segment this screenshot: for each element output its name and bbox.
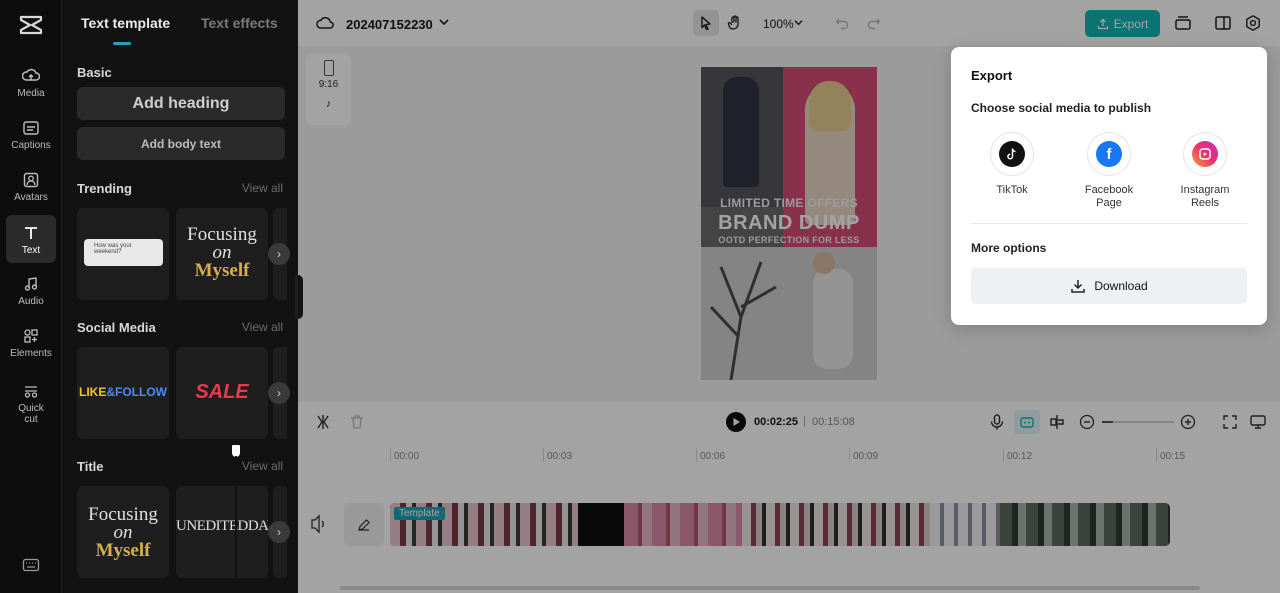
download-button[interactable]: Download <box>971 268 1247 304</box>
download-label: Download <box>1094 279 1148 293</box>
facebook-label: Facebook Page <box>1084 184 1134 209</box>
instagram-reels-label: Instagram Reels <box>1180 184 1230 209</box>
panel-tabs: Text template Text effects <box>62 0 298 46</box>
active-tab-indicator <box>113 42 131 45</box>
section-title-title: Title <box>77 459 104 474</box>
rail-item-audio[interactable]: Audio <box>6 266 56 314</box>
tiktok-icon <box>990 132 1034 176</box>
scroll-right-arrow-icon[interactable]: › <box>268 521 290 543</box>
facebook-icon: f <box>1087 132 1131 176</box>
view-all-title[interactable]: View all <box>242 459 283 473</box>
captions-icon <box>21 118 41 138</box>
card-text-line: UNEDITEDDAY <box>176 518 268 534</box>
card-text-line: SALE <box>195 381 249 403</box>
rail-label: Text <box>21 244 41 256</box>
keyboard-icon[interactable] <box>22 556 40 574</box>
rail-item-media[interactable]: Media <box>6 58 56 106</box>
card-text-line: &FOLLOW <box>106 385 167 399</box>
instagram-reels-icon <box>1183 132 1227 176</box>
view-all-social-media[interactable]: View all <box>242 320 283 334</box>
template-card[interactable]: How was your weekend? <box>77 208 169 300</box>
rail-item-elements[interactable]: Elements <box>6 318 56 366</box>
media-cloud-icon <box>21 66 41 86</box>
card-text-line: Myself <box>95 540 151 561</box>
template-card-preview: Focusing on Myself <box>176 225 268 281</box>
more-options-title: More options <box>971 241 1047 255</box>
template-card-preview: UNEDITEDDAY <box>176 518 268 535</box>
scissors-icon <box>21 381 41 401</box>
playhead-line[interactable] <box>235 456 237 584</box>
popup-divider <box>971 223 1247 224</box>
template-card[interactable]: UNEDITEDDAY <box>176 486 268 578</box>
rail-label: Quick cut <box>18 403 44 425</box>
template-card[interactable]: Focusing on Myself <box>77 486 169 578</box>
scroll-right-arrow-icon[interactable]: › <box>268 382 290 404</box>
rail-label: Avatars <box>14 191 48 203</box>
template-card[interactable]: Focusing on Myself <box>176 208 268 300</box>
text-t-icon <box>21 223 41 243</box>
card-text-line: Myself <box>194 260 250 281</box>
template-card[interactable]: LIKE&FOLLOW <box>77 347 169 439</box>
scroll-right-arrow-icon[interactable]: › <box>268 243 290 265</box>
text-panel: Text template Text effects Basic Add hea… <box>62 0 298 593</box>
rail-label: Audio <box>18 295 44 307</box>
export-popup: Export Choose social media to publish Ti… <box>951 47 1267 325</box>
music-note-icon <box>21 274 41 294</box>
add-body-text-button[interactable]: Add body text <box>77 127 285 160</box>
tiktok-label: TikTok <box>996 184 1028 196</box>
capcut-logo-icon[interactable] <box>18 12 44 38</box>
template-card-preview: How was your weekend? <box>84 239 163 266</box>
template-card-preview: LIKE&FOLLOW <box>77 385 169 399</box>
add-heading-button[interactable]: Add heading <box>77 87 285 120</box>
publish-tiktok-option[interactable]: TikTok <box>967 132 1057 197</box>
template-card[interactable]: SALE <box>176 347 268 439</box>
rail-item-captions[interactable]: Captions <box>6 110 56 158</box>
publish-instagram-reels-option[interactable]: Instagram Reels <box>1160 132 1250 210</box>
rail-item-avatars[interactable]: Avatars <box>6 162 56 210</box>
rail-item-text[interactable]: Text <box>6 215 56 263</box>
template-card-small-text: How was your weekend? <box>94 243 132 255</box>
template-card-preview: Focusing on Myself <box>77 505 169 561</box>
download-icon <box>1071 280 1086 293</box>
template-card-preview: SALE <box>176 381 268 404</box>
section-title-trending: Trending <box>77 181 132 196</box>
view-all-trending[interactable]: View all <box>242 181 283 195</box>
tab-text-effects[interactable]: Text effects <box>201 15 278 31</box>
section-title-basic: Basic <box>77 65 112 80</box>
section-title-social-media: Social Media <box>77 320 156 335</box>
export-popup-title: Export <box>971 68 1013 83</box>
avatar-icon <box>21 170 41 190</box>
export-popup-subtitle: Choose social media to publish <box>971 101 1152 115</box>
rail-item-quick-cut[interactable]: Quick cut <box>6 378 56 428</box>
publish-facebook-option[interactable]: f Facebook Page <box>1064 132 1154 210</box>
tab-text-template[interactable]: Text template <box>81 15 170 31</box>
card-text-line: LIKE <box>79 385 107 399</box>
rail-label: Elements <box>10 347 52 359</box>
elements-grid-icon <box>21 326 41 346</box>
left-rail: Media Captions Avatars Text Audio Elemen… <box>0 0 62 593</box>
rail-label: Captions <box>11 139 51 151</box>
rail-label: Media <box>17 87 45 99</box>
